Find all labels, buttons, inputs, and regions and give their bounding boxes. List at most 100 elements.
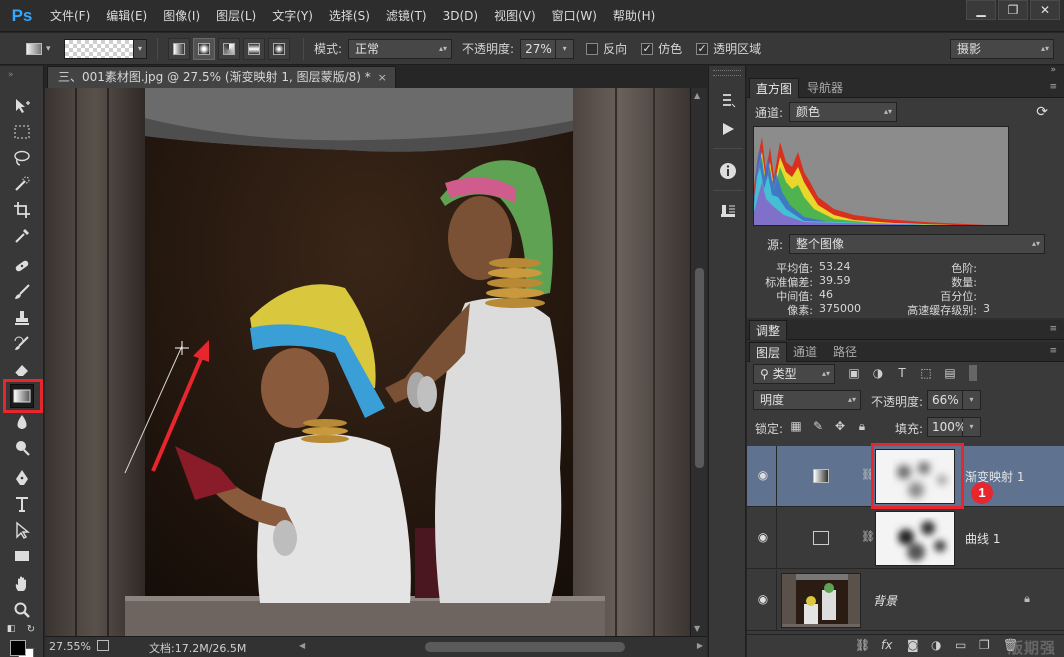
radial-gradient-button[interactable] — [193, 37, 215, 60]
gradient-picker-dropdown[interactable]: ▾ — [134, 38, 147, 59]
close-button[interactable]: ✕ — [1030, 0, 1060, 20]
pen-tool[interactable] — [10, 466, 34, 490]
crop-tool[interactable] — [10, 198, 34, 222]
default-colors-icon[interactable]: ◧ — [4, 622, 18, 636]
menu-file[interactable]: 文件(F) — [42, 0, 98, 32]
panel-grip[interactable] — [713, 70, 741, 76]
type-tool[interactable] — [10, 492, 34, 516]
tool-presets-button[interactable] — [715, 198, 741, 224]
menu-layer[interactable]: 图层(L) — [208, 0, 264, 32]
tab-paths[interactable]: 路径 — [827, 342, 863, 362]
filter-shape-icon[interactable]: ⬚ — [919, 366, 933, 380]
diamond-gradient-button[interactable] — [268, 37, 290, 60]
zoom-tool[interactable] — [10, 598, 34, 622]
new-group-icon[interactable]: ▭ — [955, 638, 966, 652]
menu-window[interactable]: 窗口(W) — [544, 0, 605, 32]
tab-histogram[interactable]: 直方图 — [749, 78, 800, 98]
menu-3d[interactable]: 3D(D) — [435, 0, 486, 32]
lock-icon[interactable]: 🔒︎ — [1024, 592, 1030, 606]
brush-tool[interactable] — [10, 280, 34, 304]
link-layers-icon[interactable]: ⛓︎ — [855, 638, 870, 652]
scroll-down-icon[interactable]: ▼ — [694, 624, 700, 633]
workspace-select[interactable]: 摄影 ▴▾ — [950, 38, 1054, 59]
refresh-icon[interactable]: ⟳ — [1036, 104, 1048, 120]
menu-help[interactable]: 帮助(H) — [605, 0, 663, 32]
layer-opacity-input[interactable]: 66% — [927, 390, 963, 410]
linear-gradient-button[interactable] — [168, 37, 190, 60]
quick-selection-tool[interactable] — [10, 172, 34, 196]
transparency-checkbox[interactable]: ✓ 透明区域 — [696, 40, 761, 57]
opacity-input[interactable]: 27% — [520, 38, 557, 59]
blend-mode-select[interactable]: 明度 ▴▾ — [753, 390, 861, 410]
panel-collapse-icon[interactable]: » — [8, 70, 15, 80]
close-tab-icon[interactable]: × — [378, 67, 387, 88]
eye-icon[interactable]: ◉ — [755, 468, 771, 482]
lock-all-icon[interactable]: 🔒︎ — [855, 419, 869, 433]
document-tab[interactable]: 三、001素材图.jpg @ 27.5% (渐变映射 1, 图层蒙版/8) * … — [47, 66, 396, 88]
add-mask-icon[interactable]: ◙ — [907, 638, 919, 652]
source-select[interactable]: 整个图像 ▴▾ — [789, 234, 1045, 254]
info-panel-button[interactable] — [715, 158, 741, 184]
lock-paint-icon[interactable]: ✎ — [811, 419, 825, 433]
path-selection-tool[interactable] — [10, 518, 34, 542]
lock-position-icon[interactable]: ✥ — [833, 419, 847, 433]
hand-tool[interactable] — [10, 572, 34, 596]
reverse-checkbox[interactable]: 反向 — [586, 40, 627, 57]
eye-icon[interactable]: ◉ — [755, 592, 771, 606]
filter-smart-object-icon[interactable]: ▤ — [943, 366, 957, 380]
chain-link-icon[interactable]: ⛓︎ — [861, 530, 875, 543]
actions-panel-button[interactable] — [715, 116, 741, 142]
history-brush-tool[interactable] — [10, 332, 34, 356]
lasso-tool[interactable] — [10, 146, 34, 170]
tab-navigator[interactable]: 导航器 — [801, 78, 849, 98]
lock-transparent-icon[interactable]: ▦ — [789, 419, 803, 433]
gradient-map-icon[interactable] — [813, 469, 829, 483]
zoom-level[interactable]: 27.55% — [49, 640, 91, 653]
restore-button[interactable]: ❐ — [998, 0, 1028, 20]
scroll-left-icon[interactable]: ◀ — [299, 641, 305, 650]
dock-grip[interactable]: » — [747, 65, 1064, 78]
rectangle-tool[interactable] — [10, 544, 34, 568]
layer-filter-select[interactable]: ⚲ 类型 ▴▾ — [753, 364, 835, 384]
swap-colors-icon[interactable]: ↻ — [24, 622, 38, 636]
opacity-slider-toggle[interactable]: ▾ — [556, 38, 575, 59]
tab-channels[interactable]: 通道 — [787, 342, 823, 362]
spot-healing-tool[interactable] — [10, 254, 34, 278]
collapse-icon[interactable]: » — [1050, 65, 1056, 75]
layer-mask-thumbnail[interactable] — [875, 511, 955, 566]
menu-edit[interactable]: 编辑(E) — [98, 0, 155, 32]
fill-input[interactable]: 100% — [927, 417, 966, 437]
move-tool[interactable] — [10, 94, 34, 118]
tool-preset-picker[interactable]: ▾ — [26, 39, 52, 59]
background-thumbnail[interactable] — [781, 573, 861, 628]
filter-pixel-icon[interactable]: ▣ — [847, 366, 861, 380]
layer-name[interactable]: 背景 — [873, 592, 897, 609]
dodge-tool[interactable] — [10, 436, 34, 460]
panel-menu-icon[interactable]: ≡ — [1049, 324, 1056, 334]
gradient-preview[interactable] — [64, 38, 134, 59]
scroll-up-icon[interactable]: ▲ — [694, 91, 700, 100]
blur-tool[interactable] — [10, 410, 34, 434]
export-icon[interactable] — [97, 640, 109, 651]
history-panel-button[interactable] — [715, 88, 741, 114]
scroll-thumb[interactable] — [695, 268, 704, 468]
dither-checkbox[interactable]: ✓ 仿色 — [641, 40, 682, 57]
reflected-gradient-button[interactable] — [243, 37, 265, 60]
angle-gradient-button[interactable] — [218, 37, 240, 60]
layer-opacity-slider[interactable]: ▾ — [963, 390, 981, 410]
scroll-right-icon[interactable]: ▶ — [697, 641, 703, 650]
layer-row-curves[interactable]: ◉ ⛓︎ 曲线 1 — [747, 508, 1064, 569]
filter-toggle[interactable] — [969, 365, 977, 381]
tab-layers[interactable]: 图层 — [749, 342, 788, 362]
new-layer-icon[interactable]: ❐ — [979, 638, 990, 652]
clone-stamp-tool[interactable] — [10, 306, 34, 330]
menu-select[interactable]: 选择(S) — [321, 0, 378, 32]
fx-icon[interactable]: fx — [881, 638, 892, 652]
layer-name[interactable]: 曲线 1 — [965, 530, 1000, 547]
horizontal-scroll-thumb[interactable] — [425, 642, 625, 652]
tab-adjustments[interactable]: 调整 — [749, 320, 788, 340]
channel-select[interactable]: 颜色 ▴▾ — [789, 102, 897, 122]
new-adjustment-icon[interactable]: ◑ — [931, 638, 941, 652]
eye-icon[interactable]: ◉ — [755, 530, 771, 544]
fill-slider[interactable]: ▾ — [963, 417, 981, 437]
